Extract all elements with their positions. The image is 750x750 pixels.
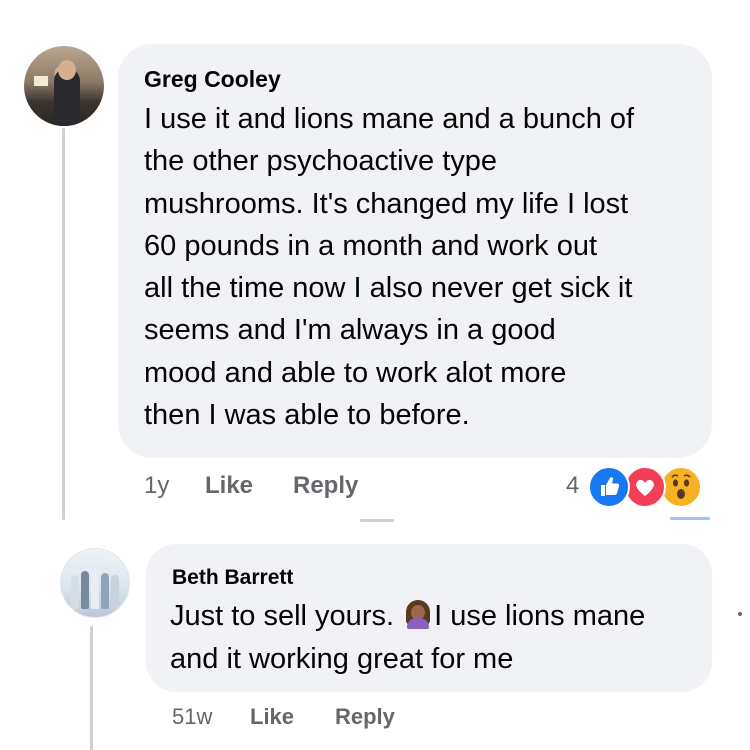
reply-text-segment: I use lions mane bbox=[434, 600, 646, 632]
comment-text-line: the other psychoactive type bbox=[144, 145, 498, 178]
comment-text-line: mushrooms. It's changed my life I lost bbox=[144, 187, 629, 220]
reply-thread-line bbox=[90, 626, 93, 750]
reply-connector bbox=[670, 517, 710, 520]
reply-text: Just to sell yours. I use lions mane and… bbox=[170, 595, 710, 681]
avatar[interactable] bbox=[24, 46, 104, 126]
reply-author[interactable]: Beth Barrett bbox=[172, 566, 293, 590]
like-icon[interactable] bbox=[588, 466, 630, 508]
comment-text-line: then I was able to before. bbox=[144, 399, 470, 432]
comment-timestamp[interactable]: 1y bbox=[144, 472, 169, 500]
reply-text-line: and it working great for me bbox=[170, 643, 514, 675]
comment-text-line: mood and able to work alot more bbox=[144, 356, 567, 389]
avatar[interactable] bbox=[60, 548, 130, 618]
comment-text-line: seems and I'm always in a good bbox=[144, 314, 556, 347]
comment-text: I use it and lions mane and a bunch of t… bbox=[144, 98, 704, 436]
reply-timestamp[interactable]: 51w bbox=[172, 704, 212, 730]
comment-author[interactable]: Greg Cooley bbox=[144, 66, 281, 93]
comment-text-line: all the time now I also never get sick i… bbox=[144, 272, 633, 305]
comment-text-line: 60 pounds in a month and work out bbox=[144, 229, 598, 262]
woman-facepalming-emoji-icon bbox=[404, 599, 432, 629]
like-button[interactable]: Like bbox=[250, 704, 294, 730]
reply-button[interactable]: Reply bbox=[293, 472, 358, 500]
wow-icon[interactable] bbox=[660, 466, 702, 508]
thread-line bbox=[62, 128, 65, 520]
love-icon[interactable] bbox=[624, 466, 666, 508]
comment-text-line: I use it and lions mane and a bunch of bbox=[144, 103, 635, 135]
reply-text-line: Just to sell yours. I use lions mane bbox=[170, 595, 710, 638]
more-options-icon[interactable] bbox=[738, 612, 742, 616]
reply-button[interactable]: Reply bbox=[335, 704, 395, 730]
reply-text-segment: Just to sell yours. bbox=[170, 600, 395, 632]
reply-connector bbox=[360, 519, 394, 522]
like-button[interactable]: Like bbox=[205, 472, 253, 500]
reaction-count[interactable]: 4 bbox=[566, 472, 579, 500]
